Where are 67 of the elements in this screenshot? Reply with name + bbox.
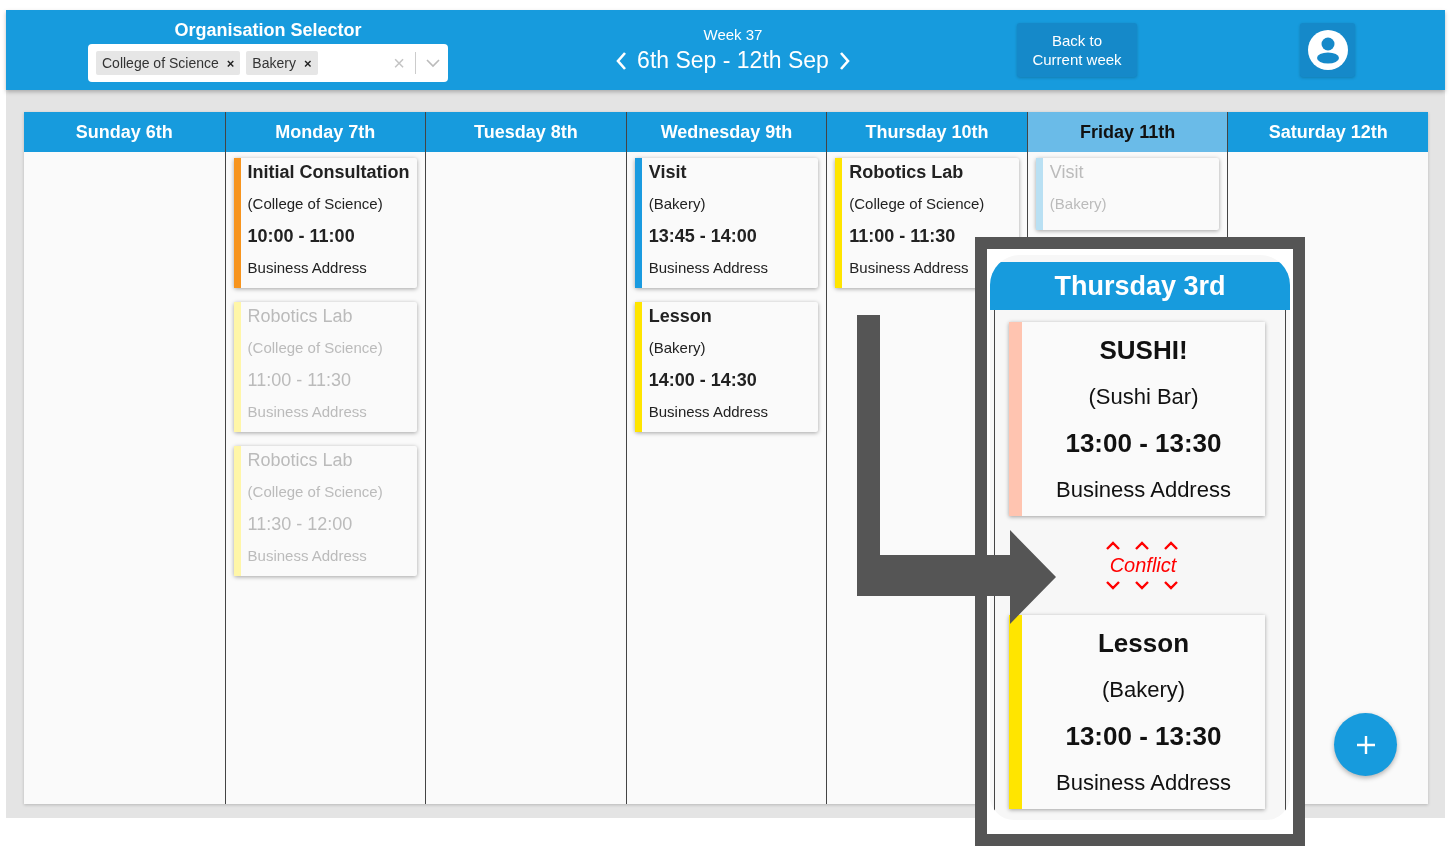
event-time: 13:45 - 14:00	[648, 226, 757, 246]
tag-label: Bakery	[252, 55, 296, 71]
clear-button[interactable]: ×	[393, 51, 405, 75]
event-title: Lesson	[1098, 628, 1189, 659]
event-organisation: (Bakery)	[1049, 194, 1107, 214]
day-header[interactable]: Monday 7th	[225, 112, 426, 152]
event-card[interactable]: Lesson (Bakery) 14:00 - 14:30 Business Address	[634, 302, 819, 432]
week-label: Week 37	[703, 26, 763, 43]
conflict-label: Conflict	[1109, 554, 1177, 577]
event-time: 11:00 - 11:30	[247, 370, 351, 390]
event-title: Visit	[1049, 162, 1084, 182]
profile-button[interactable]	[1300, 23, 1355, 77]
event-organisation: (College of Science)	[849, 194, 985, 214]
event-address: Business Address	[648, 258, 768, 278]
event-organisation: (College of Science)	[247, 338, 383, 358]
event-time: 13:00 - 13:30	[1065, 721, 1222, 752]
event-organisation: (College of Science)	[247, 482, 383, 502]
tag-label: College of Science	[102, 55, 219, 71]
event-organisation: (Bakery)	[648, 194, 706, 214]
event-address: Business Address	[1056, 770, 1231, 796]
event-title: Lesson	[648, 306, 712, 326]
event-time: 14:00 - 14:30	[648, 370, 757, 390]
event-address: Business Address	[247, 546, 367, 566]
user-icon	[1307, 30, 1348, 70]
event-address: Business Address	[247, 258, 367, 278]
day-header[interactable]: Wednesday 9th	[626, 112, 827, 152]
event-address: Business Address	[648, 402, 768, 422]
event-card[interactable]: Robotics Lab (College of Science) 11:00 - 11:30 Business Address	[835, 158, 1019, 288]
plus-icon	[1355, 734, 1376, 755]
day-header: Thursday 3rd	[990, 262, 1290, 310]
event-card[interactable]: Robotics Lab (College of Science) 11:00 - 11:30 Business Address	[233, 302, 418, 432]
day-header[interactable]: Sunday 6th	[24, 112, 225, 152]
tag-remove[interactable]: ×	[226, 55, 235, 71]
event-title: Robotics Lab	[849, 162, 964, 182]
event-title: Robotics Lab	[247, 306, 353, 326]
event-address: Business Address	[1056, 477, 1231, 503]
dropdown-icon[interactable]	[426, 58, 440, 68]
event-address: Business Address	[247, 402, 367, 422]
chevrons-down-icon	[1105, 580, 1181, 592]
event-time: 11:30 - 12:00	[247, 514, 353, 534]
tag-remove[interactable]: ×	[303, 55, 312, 71]
event-time: 13:00 - 13:30	[1065, 428, 1222, 459]
event-address: Business Address	[849, 258, 969, 278]
organisation-select[interactable]: College of Science × Bakery × ×	[88, 44, 448, 82]
back-to-current-week-button[interactable]: Back to Current week	[1017, 23, 1137, 77]
day-header[interactable]: Saturday 12th	[1228, 112, 1428, 152]
day-header[interactable]: Tuesday 8th	[426, 112, 626, 152]
event-card[interactable]: Visit (Bakery) 13:45 - 14:00 Business Address	[634, 158, 819, 288]
event-title: Robotics Lab	[247, 450, 353, 470]
previous-icon[interactable]	[615, 50, 628, 71]
event-title: Visit	[648, 162, 687, 182]
event-card[interactable]: Robotics Lab (College of Science) 11:30 - 12:00 Business Address	[233, 446, 418, 576]
day-header[interactable]: Friday 11th	[1027, 112, 1228, 152]
day-header[interactable]: Thursday 10th	[827, 112, 1027, 152]
event-organisation: (Bakery)	[648, 338, 706, 358]
next-icon[interactable]	[838, 50, 851, 71]
event-title: Initial Consultation	[247, 162, 410, 182]
event-organisation: (College of Science)	[247, 194, 383, 214]
event-organisation: (Bakery)	[1101, 677, 1186, 703]
event-card[interactable]: Initial Consultation (College of Science) 10:00 - 11:00 Business Address	[233, 158, 418, 288]
event-organisation: (Sushi Bar)	[1088, 384, 1199, 410]
event-time: 10:00 - 11:00	[247, 226, 355, 246]
selector-label: Organisation Selector	[174, 20, 362, 41]
week-range: 6th Sep - 12th Sep	[637, 47, 829, 74]
event-card[interactable]: Visit (Bakery)	[1035, 158, 1220, 230]
event-title: SUSHI!	[1099, 335, 1188, 366]
event-time: 11:00 - 11:30	[849, 226, 956, 246]
